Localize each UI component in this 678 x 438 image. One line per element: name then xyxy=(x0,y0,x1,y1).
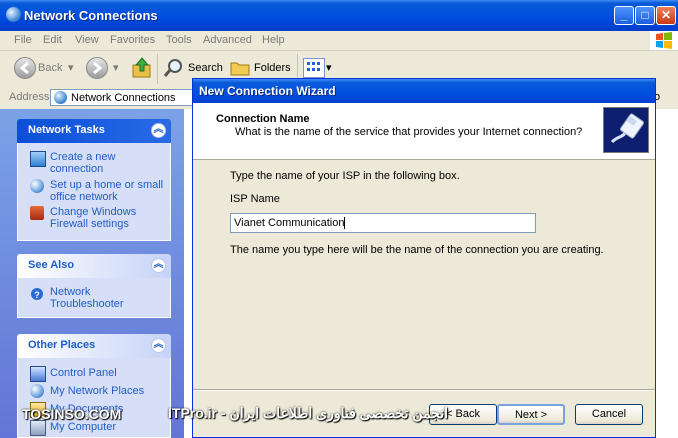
maximize-button[interactable]: □ xyxy=(635,6,655,25)
menu-view[interactable]: View xyxy=(75,34,99,46)
network-connections-icon xyxy=(6,7,21,22)
setup-home-network-link[interactable]: Set up a home or small office network xyxy=(50,179,163,203)
address-label: Address xyxy=(9,91,50,103)
network-tasks-header[interactable]: Network Tasks ︽ xyxy=(17,119,171,143)
wizard-title: New Connection Wizard xyxy=(199,84,336,98)
new-connection-wizard-dialog: New Connection Wizard Connection Name Wh… xyxy=(192,78,656,438)
isp-name-value: Vianet Communication xyxy=(234,217,345,229)
wizard-step-subtitle: What is the name of the service that pro… xyxy=(235,126,583,138)
network-connections-icon xyxy=(54,91,67,104)
other-places-title: Other Places xyxy=(28,339,96,351)
menu-file[interactable]: File xyxy=(14,34,32,46)
windows-logo-icon xyxy=(650,31,678,50)
firewall-icon xyxy=(30,206,44,220)
menu-favorites[interactable]: Favorites xyxy=(110,34,155,46)
change-firewall-settings-link[interactable]: Change Windows Firewall settings xyxy=(50,206,136,230)
back-dropdown-icon[interactable]: ▾ xyxy=(68,61,74,74)
other-places-body: Control Panel My Network Places My Docum… xyxy=(17,358,171,438)
back-arrow-icon[interactable] xyxy=(14,57,36,79)
see-also-header[interactable]: See Also ︽ xyxy=(17,254,171,278)
my-computer-icon xyxy=(30,420,46,436)
wizard-instruction: Type the name of your ISP in the followi… xyxy=(230,170,460,182)
new-connection-icon xyxy=(30,151,46,167)
minimize-button[interactable]: _ xyxy=(614,6,634,25)
watermark-left: TOSINSO.COM xyxy=(22,406,122,422)
forward-arrow-icon[interactable] xyxy=(86,57,108,79)
control-panel-link[interactable]: Control Panel xyxy=(50,367,117,379)
menu-advanced[interactable]: Advanced xyxy=(203,34,252,46)
menu-bar: File Edit View Favorites Tools Advanced … xyxy=(0,31,678,51)
collapse-chevron-icon[interactable]: ︽ xyxy=(151,123,166,138)
see-also-body: ? Network Troubleshooter xyxy=(17,278,171,318)
task-pane: Network Tasks ︽ Create a new connection … xyxy=(0,109,184,438)
control-panel-icon xyxy=(30,366,46,382)
network-tasks-title: Network Tasks xyxy=(28,124,105,136)
wizard-note: The name you type here will be the name … xyxy=(230,244,604,256)
search-button-label[interactable]: Search xyxy=(188,62,223,74)
network-troubleshooter-link[interactable]: Network Troubleshooter xyxy=(50,286,124,310)
collapse-chevron-icon[interactable]: ︽ xyxy=(151,338,166,353)
network-tasks-body: Create a new connection Set up a home or… xyxy=(17,143,171,241)
collapse-chevron-icon[interactable]: ︽ xyxy=(151,258,166,273)
network-places-icon xyxy=(30,384,44,398)
isp-name-input[interactable]: Vianet Communication xyxy=(230,213,536,233)
window-titlebar[interactable]: Network Connections _ □ ✕ xyxy=(0,0,678,31)
next-button[interactable]: Next > xyxy=(497,404,565,425)
forward-dropdown-icon[interactable]: ▾ xyxy=(113,61,119,74)
folders-button-label[interactable]: Folders xyxy=(254,62,291,74)
toolbar-separator xyxy=(157,54,158,84)
up-folder-icon[interactable] xyxy=(131,56,153,80)
menu-tools[interactable]: Tools xyxy=(166,34,192,46)
help-icon: ? xyxy=(30,287,44,301)
home-network-icon xyxy=(30,179,44,193)
wizard-header: Connection Name What is the name of the … xyxy=(193,103,655,160)
menu-help[interactable]: Help xyxy=(262,34,285,46)
wizard-titlebar[interactable]: New Connection Wizard xyxy=(193,79,655,103)
svg-text:?: ? xyxy=(34,290,40,300)
see-also-title: See Also xyxy=(28,259,75,271)
watermark-right: انجمن تخصصی فناوری اطلاعات ایران - ITPro… xyxy=(168,405,449,421)
back-button-label[interactable]: Back xyxy=(38,62,62,74)
create-new-connection-link[interactable]: Create a new connection xyxy=(50,151,115,175)
views-dropdown-icon[interactable]: ▾ xyxy=(326,61,332,74)
my-network-places-link[interactable]: My Network Places xyxy=(50,385,144,397)
window-title: Network Connections xyxy=(24,8,158,23)
wizard-step-title: Connection Name xyxy=(216,113,310,125)
network-cable-icon xyxy=(603,107,649,153)
views-icon[interactable] xyxy=(303,58,325,78)
other-places-header[interactable]: Other Places ︽ xyxy=(17,334,171,358)
folders-icon[interactable] xyxy=(230,59,250,77)
isp-name-label: ISP Name xyxy=(230,193,280,205)
text-cursor xyxy=(344,217,346,230)
my-computer-link[interactable]: My Computer xyxy=(50,421,116,433)
address-value: Network Connections xyxy=(71,92,176,104)
cancel-button[interactable]: Cancel xyxy=(575,404,643,425)
search-icon[interactable] xyxy=(163,57,185,79)
menu-edit[interactable]: Edit xyxy=(43,34,62,46)
close-button[interactable]: ✕ xyxy=(656,6,676,25)
wizard-separator xyxy=(193,389,655,391)
